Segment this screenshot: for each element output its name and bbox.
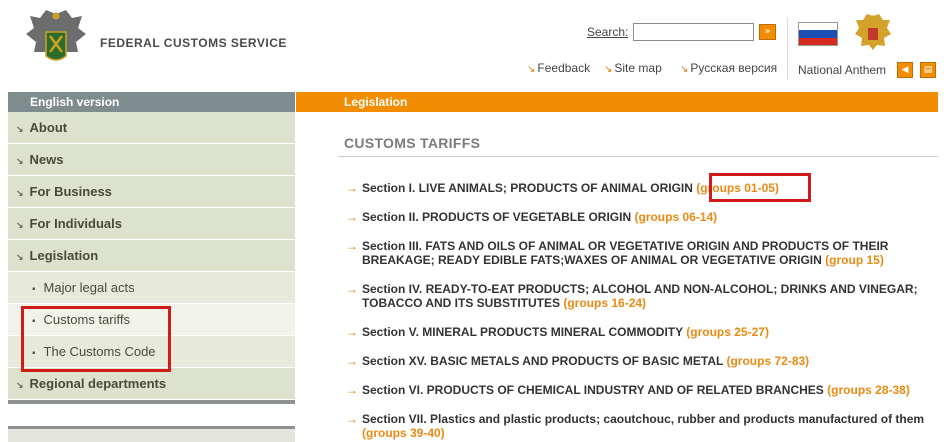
coat-of-arms-icon	[855, 14, 891, 50]
title-divider	[338, 156, 938, 157]
group-link[interactable]: (group 15)	[825, 253, 884, 267]
group-link[interactable]: (groups 01-05)	[696, 181, 779, 195]
page-title: CUSTOMS TARIFFS	[344, 135, 481, 151]
search-go-button[interactable]: »	[759, 24, 776, 40]
arrow-icon: ↘	[527, 64, 536, 75]
sidebar-header[interactable]: English version	[8, 92, 295, 112]
chevron-down-icon: ↘	[16, 220, 24, 230]
section-item-1[interactable]: → Section I. LIVE ANIMALS; PRODUCTS OF AN…	[346, 181, 936, 195]
chevron-down-icon: ↘	[16, 156, 24, 166]
feedback-link[interactable]: ↘ Feedback	[527, 61, 590, 75]
arrow-right-icon: →	[346, 412, 358, 426]
group-link[interactable]: (groups 39-40)	[362, 426, 445, 440]
search-label: Search:	[587, 25, 629, 39]
group-link[interactable]: (groups 25-27)	[686, 325, 769, 339]
sidebar-item-for-individuals[interactable]: ↘ For Individuals	[8, 208, 295, 240]
national-anthem-label[interactable]: National Anthem	[798, 63, 886, 77]
arrow-right-icon: →	[346, 325, 358, 339]
play-icon[interactable]: ◀	[897, 62, 913, 78]
site-name[interactable]: FEDERAL CUSTOMS SERVICE	[100, 36, 287, 50]
header-divider	[787, 18, 788, 80]
bullet-icon: ▪	[32, 316, 36, 327]
site-header: FEDERAL CUSTOMS SERVICE Search: » ↘ Feedb…	[0, 0, 944, 90]
chevron-down-icon: ↘	[16, 380, 24, 390]
chevron-down-icon: ↘	[16, 124, 24, 134]
site-map-link[interactable]: ↘ Site map	[604, 61, 662, 75]
lyrics-icon[interactable]: ▤	[920, 62, 936, 78]
section-item-8[interactable]: → Section VII. Plastics and plastic produ…	[346, 412, 936, 440]
arrow-right-icon: →	[346, 383, 358, 397]
arrow-right-icon: →	[346, 354, 358, 368]
section-item-3[interactable]: → Section III. FATS AND OILS OF ANIMAL OR…	[346, 239, 936, 267]
bullet-icon: ▪	[32, 284, 36, 295]
sidebar-subitem-customs-tariffs[interactable]: ▪ Customs tariffs	[8, 304, 295, 336]
russian-flag-icon[interactable]	[798, 22, 838, 46]
arrow-right-icon: →	[346, 210, 358, 224]
arrow-right-icon: →	[346, 181, 358, 195]
sidebar-item-about[interactable]: ↘ About	[8, 112, 295, 144]
bullet-icon: ▪	[32, 348, 36, 359]
section-item-5[interactable]: → Section V. MINERAL PRODUCTS MINERAL COM…	[346, 325, 936, 339]
arrow-icon: ↘	[604, 64, 613, 75]
arrow-icon: ↘	[680, 64, 689, 75]
main-header: Legislation	[296, 92, 938, 112]
group-link[interactable]: (groups 06-14)	[634, 210, 717, 224]
sidebar-gap	[8, 404, 295, 426]
chevron-down-icon: ↘	[16, 188, 24, 198]
sidebar-subitem-major-legal-acts[interactable]: ▪ Major legal acts	[8, 272, 295, 304]
russian-version-link[interactable]: ↘ Русская версия	[680, 61, 777, 75]
sidebar-subitem-customs-code[interactable]: ▪ The Customs Code	[8, 336, 295, 368]
sidebar-item-for-business[interactable]: ↘ For Business	[8, 176, 295, 208]
arrow-right-icon: →	[346, 239, 358, 253]
search-input[interactable]	[633, 23, 754, 41]
sidebar-item-regional-departments[interactable]: ↘ Regional departments	[8, 368, 295, 400]
sidebar-item-news[interactable]: ↘ News	[8, 144, 295, 176]
group-link[interactable]: (groups 28-38)	[827, 383, 910, 397]
section-item-7[interactable]: → Section VI. PRODUCTS OF CHEMICAL INDUST…	[346, 383, 936, 397]
section-item-6[interactable]: → Section XV. BASIC METALS AND PRODUCTS O…	[346, 354, 936, 368]
chevron-down-icon: ↘	[16, 252, 24, 262]
group-link[interactable]: (groups 72-83)	[726, 354, 809, 368]
sidebar-item-legislation[interactable]: ↘ Legislation	[8, 240, 295, 272]
customs-emblem-icon	[26, 10, 86, 61]
sidebar-footer-block	[8, 426, 295, 442]
left-sidebar: English version ↘ About ↘ News ↘ For Busine…	[8, 92, 295, 442]
group-link[interactable]: (groups 16-24)	[563, 296, 646, 310]
arrow-right-icon: →	[346, 282, 358, 296]
section-item-4[interactable]: → Section IV. READY-TO-EAT PRODUCTS; ALCO…	[346, 282, 936, 310]
section-item-2[interactable]: → Section II. PRODUCTS OF VEGETABLE ORIGI…	[346, 210, 936, 224]
